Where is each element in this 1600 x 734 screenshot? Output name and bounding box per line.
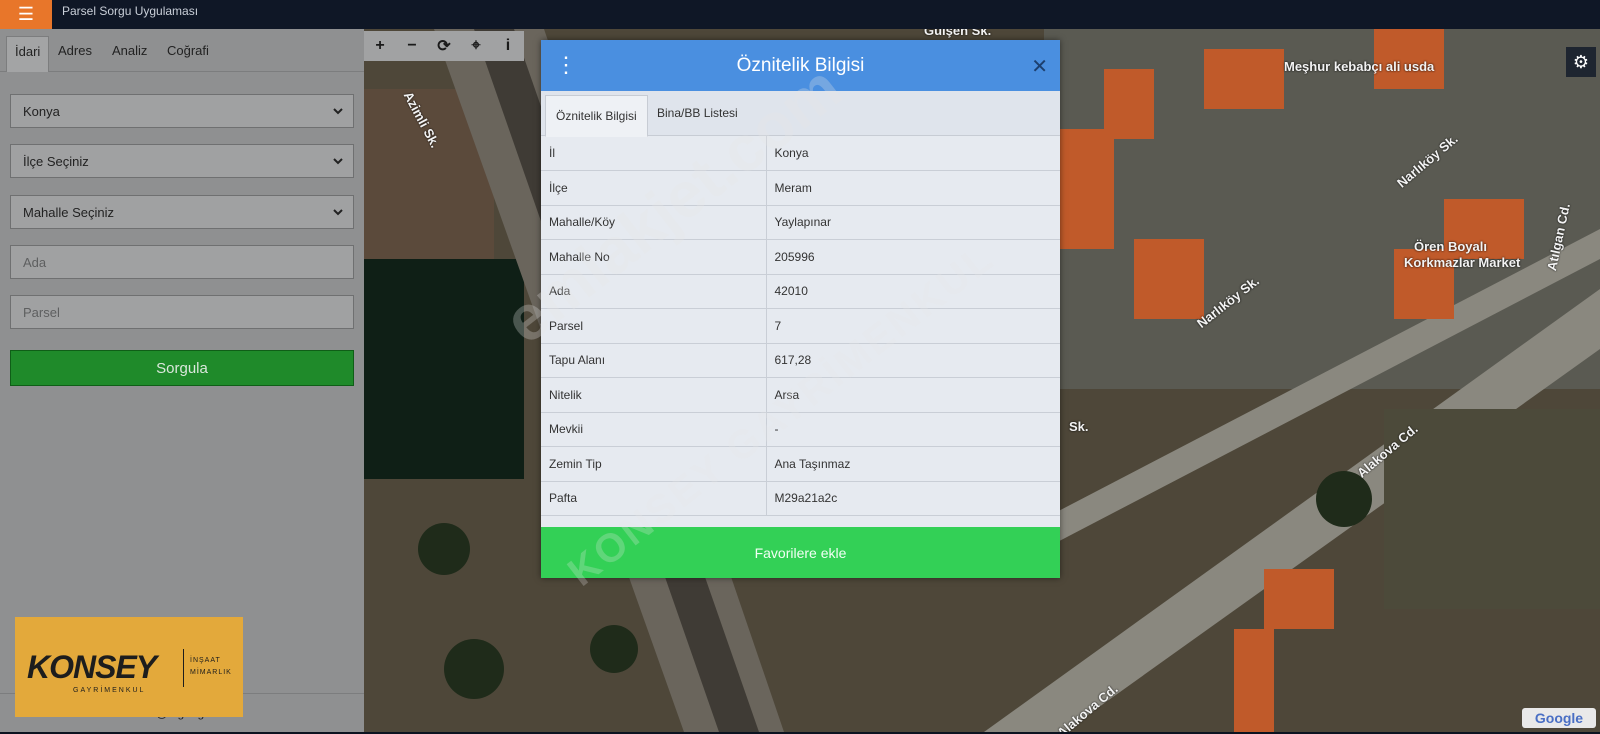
hamburger-icon: ☰ [17,4,35,24]
zoom-in-button[interactable]: + [364,31,396,61]
attribute-info-modal: Öznitelik Bilgisi ⋮ ✕ Öznitelik Bilgisi … [541,40,1060,578]
attr-key: Pafta [541,481,767,516]
table-row: Nitelik Arsa [541,377,1060,413]
attr-key: Nitelik [541,377,767,413]
refresh-button[interactable]: ⟳ [428,31,460,61]
modal-header: Öznitelik Bilgisi ⋮ ✕ [541,40,1060,91]
poi-label: Ören Boyalı [1414,239,1487,254]
attr-key: Tapu Alanı [541,343,767,378]
attr-value: 617,28 [766,343,1060,378]
close-icon[interactable]: ✕ [1031,54,1048,79]
map-toolbar: + − ⟳ ⌖ i [364,31,524,61]
attr-value: 7 [766,308,1060,344]
zoom-out-button[interactable]: − [396,31,428,61]
logo-right-text: MİMARLIK [190,669,232,676]
chevron-down-icon [331,205,345,219]
app-title: Parsel Sorgu Uygulaması [62,4,199,18]
top-bar: ☰ Parsel Sorgu Uygulaması [0,0,1600,29]
table-row: Zemin Tip Ana Taşınmaz [541,446,1060,482]
logo-sub-text: GAYRİMENKUL [73,687,146,694]
sidebar-tabs: İdari Adres Analiz Coğrafi [0,29,364,72]
attr-key: Mahalle No [541,239,767,275]
chevron-down-icon [331,154,345,168]
table-row: Mahalle/Köy Yaylapınar [541,205,1060,240]
ada-input[interactable]: Ada [10,245,354,279]
konsey-logo: KONSEY GAYRİMENKUL İNŞAAT MİMARLIK [15,617,243,717]
attr-value: Ana Taşınmaz [766,446,1060,482]
table-row: Mevkii - [541,412,1060,447]
add-to-favorites-button[interactable]: Favorilere ekle [541,527,1060,578]
attribute-table: İl Konya İlçe Meram Mahalle/Köy Yaylapınar … [541,136,1060,516]
attr-value: Konya [766,136,1060,171]
attr-key: Zemin Tip [541,446,767,482]
more-options-icon[interactable]: ⋮ [555,54,577,78]
tab-idari[interactable]: İdari [6,36,50,72]
attr-key: Mahalle/Köy [541,205,767,240]
attr-value: Arsa [766,377,1060,413]
info-button[interactable]: i [492,31,524,61]
tab-attribute-info[interactable]: Öznitelik Bilgisi [545,95,648,137]
logo-right-text: İNŞAAT [190,657,221,664]
street-label: Gülşen Sk. [924,29,992,38]
tab-analiz[interactable]: Analiz [112,43,147,58]
district-select[interactable]: İlçe Seçiniz [10,144,354,178]
table-row: İl Konya [541,136,1060,171]
menu-button[interactable]: ☰ [0,0,52,29]
poi-label: Meşhur kebabçı ali usda [1284,59,1435,74]
attr-value: - [766,412,1060,447]
attr-value: Meram [766,170,1060,206]
attr-key: Parsel [541,308,767,344]
attr-value: Yaylapınar [766,205,1060,240]
street-label: Sk. [1069,419,1089,434]
poi-label: Korkmazlar Market [1404,255,1521,270]
table-row: Tapu Alanı 617,28 [541,343,1060,378]
attr-value: 42010 [766,274,1060,309]
query-button[interactable]: Sorgula [10,350,354,386]
attr-value: M29a21a2c [766,481,1060,516]
attr-key: Mevkii [541,412,767,447]
district-select-value: İlçe Seçiniz [23,153,89,169]
gear-icon: ⚙ [1572,51,1590,72]
table-row: Pafta M29a21a2c [541,481,1060,516]
modal-title: Öznitelik Bilgisi [736,55,865,76]
province-select[interactable]: Konya [10,94,354,128]
locate-button[interactable]: ⌖ [460,31,492,61]
parsel-placeholder: Parsel [23,304,60,320]
province-select-value: Konya [23,103,60,119]
tab-building-list[interactable]: Bina/BB Listesi [647,91,748,135]
logo-divider [183,649,184,687]
modal-tabs: Öznitelik Bilgisi Bina/BB Listesi [541,91,1060,137]
tab-adres[interactable]: Adres [58,43,92,58]
settings-button[interactable]: ⚙ [1566,47,1596,77]
attr-key: İlçe [541,170,767,206]
table-row: Parsel 7 [541,308,1060,344]
ada-placeholder: Ada [23,254,47,270]
tab-cografi[interactable]: Coğrafi [167,43,209,58]
chevron-down-icon [331,104,345,118]
logo-main-text: KONSEY [27,649,157,685]
parsel-input[interactable]: Parsel [10,295,354,329]
neighborhood-select-value: Mahalle Seçiniz [23,204,115,220]
table-row: İlçe Meram [541,170,1060,206]
neighborhood-select[interactable]: Mahalle Seçiniz [10,195,354,229]
table-row: Mahalle No 205996 [541,239,1060,275]
attr-key: Ada [541,274,767,309]
attr-key: İl [541,136,767,171]
table-row: Ada 42010 [541,274,1060,309]
attr-value: 205996 [766,239,1060,275]
google-attribution: Google [1522,708,1596,728]
